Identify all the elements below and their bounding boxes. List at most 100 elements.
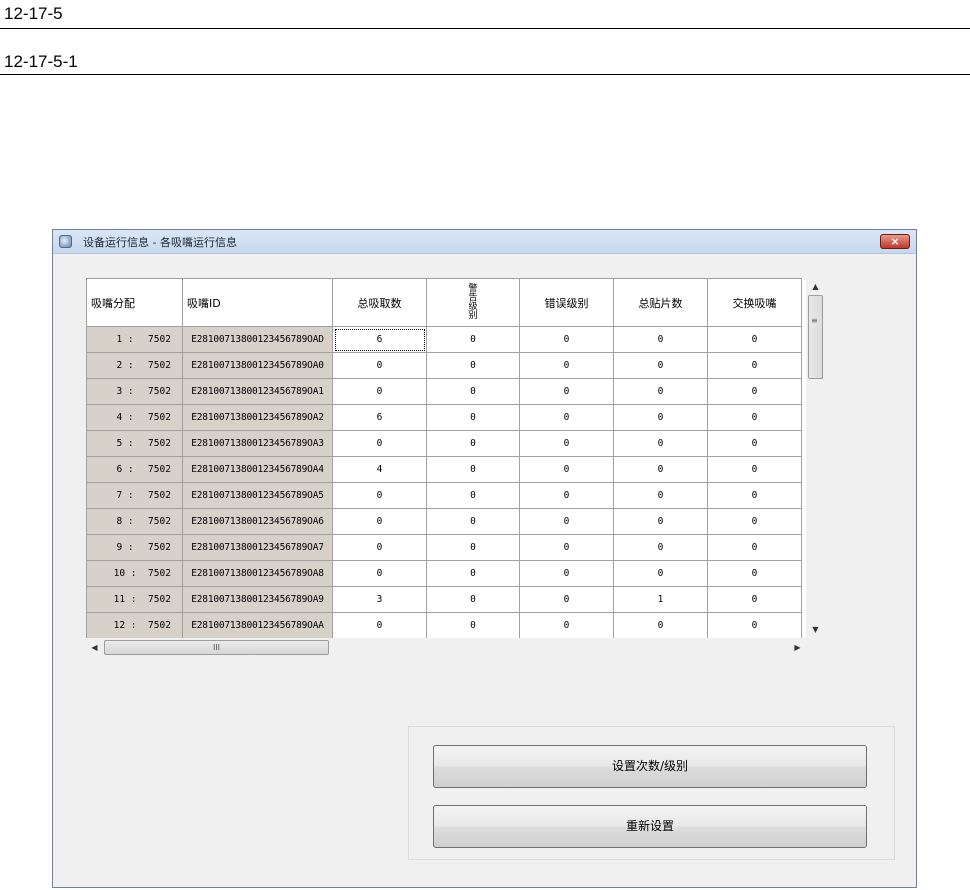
cell-swap[interactable]: 0 <box>707 560 802 587</box>
scroll-right-arrow[interactable]: ▶ <box>789 639 806 656</box>
table-row[interactable]: 11 :7502 E28100713800123456789OA9 3 0 0 1 0 <box>86 586 802 613</box>
cell-total-place[interactable]: 0 <box>613 404 708 431</box>
col-header-warn-level[interactable]: 警告级别 <box>426 278 520 327</box>
cell-nozzle-id[interactable]: E28100713800123456789OA9 <box>182 586 333 613</box>
cell-warn-level[interactable]: 0 <box>426 612 520 638</box>
cell-assign[interactable]: 2 : 7502 <box>86 352 183 379</box>
cell-total-pick[interactable]: 3 <box>332 586 427 613</box>
table-row[interactable]: 3 :7502 E28100713800123456789OA1 0 0 0 0 0 <box>86 378 802 405</box>
col-header-total-place[interactable]: 总贴片数 <box>613 278 708 327</box>
col-header-assign[interactable]: 吸嘴分配 <box>86 278 183 327</box>
cell-error-level[interactable]: 0 <box>519 404 614 431</box>
table-row[interactable]: 9 :7502 E28100713800123456789OA7 0 0 0 0 0 <box>86 534 802 561</box>
cell-error-level[interactable]: 0 <box>519 482 614 509</box>
cell-error-level[interactable]: 0 <box>519 430 614 457</box>
cell-total-place[interactable]: 0 <box>613 560 708 587</box>
scroll-left-arrow[interactable]: ◀ <box>86 639 103 656</box>
cell-assign[interactable]: 4 : 7502 <box>86 404 183 431</box>
cell-assign[interactable]: 1 : 7502 <box>86 326 183 353</box>
cell-swap[interactable]: 0 <box>707 508 802 535</box>
cell-error-level[interactable]: 0 <box>519 456 614 483</box>
cell-nozzle-id[interactable]: E28100713800123456789OA2 <box>182 404 333 431</box>
cell-nozzle-id[interactable]: E28100713800123456789OA4 <box>182 456 333 483</box>
cell-error-level[interactable]: 0 <box>519 508 614 535</box>
cell-total-place[interactable]: 0 <box>613 612 708 638</box>
cell-swap[interactable]: 0 <box>707 456 802 483</box>
scroll-down-arrow[interactable]: ▼ <box>807 621 824 638</box>
cell-nozzle-id[interactable]: E28100713800123456789OA3 <box>182 430 333 457</box>
table-row[interactable]: 12 :7502 E28100713800123456789OAA 0 0 0 0 0 <box>86 612 802 638</box>
cell-total-place[interactable]: 0 <box>613 534 708 561</box>
cell-warn-level[interactable]: 0 <box>426 560 520 587</box>
table-row[interactable]: 5 :7502 E28100713800123456789OA3 0 0 0 0 0 <box>86 430 802 457</box>
cell-swap[interactable]: 0 <box>707 378 802 405</box>
cell-nozzle-id[interactable]: E28100713800123456789OA8 <box>182 560 333 587</box>
table-row[interactable]: 1 :7502 E28100713800123456789OAD 6 0 0 0 0 <box>86 326 802 353</box>
cell-total-pick[interactable]: 0 <box>332 508 427 535</box>
vertical-scroll-thumb[interactable] <box>808 295 823 379</box>
cell-error-level[interactable]: 0 <box>519 560 614 587</box>
cell-assign[interactable]: 7 : 7502 <box>86 482 183 509</box>
reset-button[interactable]: 重新设置 <box>433 805 867 848</box>
cell-swap[interactable]: 0 <box>707 430 802 457</box>
cell-assign[interactable]: 10 : 7502 <box>86 560 183 587</box>
cell-total-pick[interactable]: 0 <box>332 482 427 509</box>
cell-swap[interactable]: 0 <box>707 326 802 353</box>
cell-warn-level[interactable]: 0 <box>426 378 520 405</box>
cell-total-pick[interactable]: 0 <box>332 430 427 457</box>
table-row[interactable]: 10 :7502 E28100713800123456789OA8 0 0 0 0 0 <box>86 560 802 587</box>
cell-warn-level[interactable]: 0 <box>426 352 520 379</box>
horizontal-scrollbar[interactable]: ◀ III ▶ <box>86 639 806 656</box>
cell-warn-level[interactable]: 0 <box>426 326 520 353</box>
col-header-id[interactable]: 吸嘴ID <box>182 278 333 327</box>
cell-nozzle-id[interactable]: E28100713800123456789OA0 <box>182 352 333 379</box>
table-row[interactable]: 2 :7502 E28100713800123456789OA0 0 0 0 0 0 <box>86 352 802 379</box>
cell-total-place[interactable]: 0 <box>613 430 708 457</box>
close-button[interactable]: × <box>880 234 910 249</box>
cell-swap[interactable]: 0 <box>707 404 802 431</box>
cell-assign[interactable]: 9 : 7502 <box>86 534 183 561</box>
cell-assign[interactable]: 12 : 7502 <box>86 612 183 638</box>
cell-warn-level[interactable]: 0 <box>426 534 520 561</box>
cell-total-pick[interactable]: 0 <box>332 560 427 587</box>
cell-total-place[interactable]: 0 <box>613 482 708 509</box>
cell-swap[interactable]: 0 <box>707 586 802 613</box>
cell-nozzle-id[interactable]: E28100713800123456789OA6 <box>182 508 333 535</box>
cell-total-pick[interactable]: 0 <box>332 378 427 405</box>
cell-error-level[interactable]: 0 <box>519 326 614 353</box>
cell-error-level[interactable]: 0 <box>519 534 614 561</box>
table-row[interactable]: 6 :7502 E28100713800123456789OA4 4 0 0 0 0 <box>86 456 802 483</box>
cell-error-level[interactable]: 0 <box>519 586 614 613</box>
cell-total-place[interactable]: 0 <box>613 508 708 535</box>
cell-total-place[interactable]: 0 <box>613 378 708 405</box>
set-count-level-button[interactable]: 设置次数/级别 <box>433 745 867 788</box>
cell-warn-level[interactable]: 0 <box>426 586 520 613</box>
cell-warn-level[interactable]: 0 <box>426 482 520 509</box>
cell-error-level[interactable]: 0 <box>519 612 614 638</box>
cell-swap[interactable]: 0 <box>707 482 802 509</box>
col-header-swap[interactable]: 交换吸嘴 <box>707 278 802 327</box>
table-row[interactable]: 8 :7502 E28100713800123456789OA6 0 0 0 0 0 <box>86 508 802 535</box>
horizontal-scroll-thumb[interactable]: III <box>104 640 329 655</box>
window-titlebar[interactable]: 设备运行信息 - 各吸嘴运行信息 × <box>53 230 916 254</box>
cell-warn-level[interactable]: 0 <box>426 430 520 457</box>
cell-swap[interactable]: 0 <box>707 534 802 561</box>
table-row[interactable]: 7 :7502 E28100713800123456789OA5 0 0 0 0 0 <box>86 482 802 509</box>
cell-total-place[interactable]: 0 <box>613 326 708 353</box>
cell-total-place[interactable]: 1 <box>613 586 708 613</box>
cell-total-pick[interactable]: 6 <box>332 404 427 431</box>
cell-total-place[interactable]: 0 <box>613 352 708 379</box>
cell-nozzle-id[interactable]: E28100713800123456789OA1 <box>182 378 333 405</box>
cell-warn-level[interactable]: 0 <box>426 456 520 483</box>
scroll-up-arrow[interactable]: ▲ <box>807 278 824 295</box>
cell-swap[interactable]: 0 <box>707 612 802 638</box>
cell-total-place[interactable]: 0 <box>613 456 708 483</box>
cell-total-pick[interactable]: 0 <box>332 534 427 561</box>
cell-total-pick[interactable]: 0 <box>332 612 427 638</box>
cell-swap[interactable]: 0 <box>707 352 802 379</box>
cell-total-pick[interactable]: 4 <box>332 456 427 483</box>
cell-assign[interactable]: 11 : 7502 <box>86 586 183 613</box>
cell-error-level[interactable]: 0 <box>519 378 614 405</box>
cell-total-pick[interactable]: 0 <box>332 352 427 379</box>
vertical-scrollbar[interactable]: ▲ ≡ ▼ <box>807 278 824 638</box>
